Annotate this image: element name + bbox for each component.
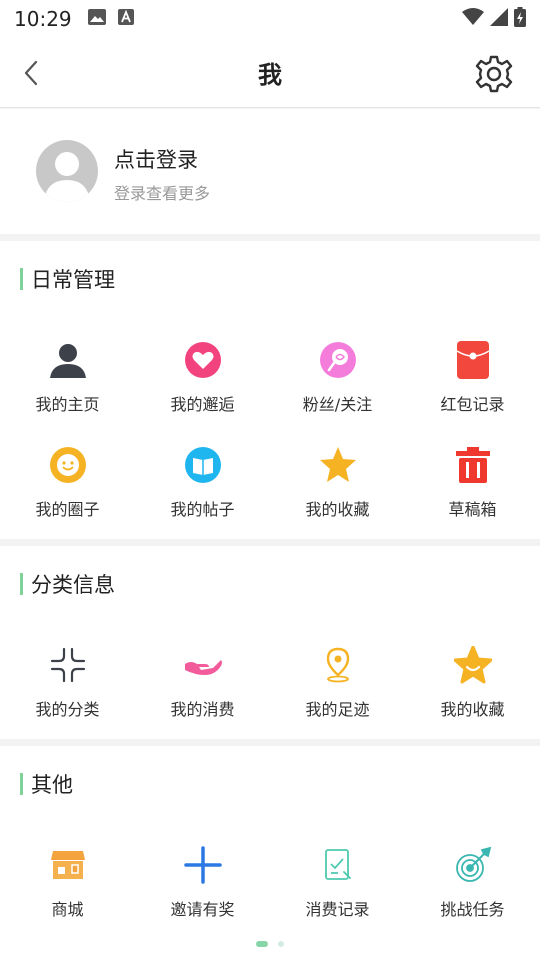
grid-item-my-collection[interactable]: 我的收藏 — [405, 645, 540, 735]
section-title: 日常管理 — [31, 268, 115, 292]
grid-item-my-posts[interactable]: 我的帖子 — [135, 445, 270, 535]
grid-label: 商城 — [51, 900, 84, 919]
grid-label: 我的圈子 — [35, 500, 100, 519]
lollipop-icon — [318, 340, 358, 380]
grid-item-my-spending[interactable]: 我的消费 — [135, 645, 270, 735]
red-envelope-icon — [453, 340, 493, 380]
trash-icon — [453, 445, 493, 485]
page-indicator — [0, 941, 540, 947]
target-icon — [453, 845, 493, 885]
grid-item-challenge-tasks[interactable]: 挑战任务 — [405, 845, 540, 935]
grid-item-my-footprints[interactable]: 我的足迹 — [270, 645, 405, 735]
grid-label: 我的收藏 — [305, 500, 370, 519]
grid-label: 我的足迹 — [305, 700, 370, 719]
section-accent-bar — [20, 773, 23, 795]
person-icon — [48, 340, 88, 380]
hand-icon — [183, 645, 223, 685]
section-accent-bar — [20, 268, 23, 290]
grid-label: 我的分类 — [35, 700, 100, 719]
book-icon — [183, 445, 223, 485]
section-accent-bar — [20, 573, 23, 595]
section-title: 分类信息 — [31, 573, 115, 597]
grid-item-my-categories[interactable]: 我的分类 — [0, 645, 135, 735]
grid-item-invite-rewards[interactable]: 邀请有奖 — [135, 845, 270, 935]
section-other: 其他 商城 邀请有奖 消费记录 挑战任务 — [0, 746, 540, 960]
page-title: 我 — [258, 61, 282, 89]
grid-item-spending-records[interactable]: 消费记录 — [270, 845, 405, 935]
image-icon — [87, 9, 106, 29]
page-dot-active[interactable] — [256, 941, 268, 947]
signal-icon — [490, 8, 508, 30]
grid-label: 红包记录 — [440, 395, 505, 414]
grid-label: 我的邂逅 — [170, 395, 235, 414]
checklist-icon — [318, 845, 358, 885]
settings-button[interactable] — [472, 52, 516, 96]
section-header: 其他 — [20, 772, 73, 797]
grid-item-my-circles[interactable]: 我的圈子 — [0, 445, 135, 535]
login-title[interactable]: 点击登录 — [114, 144, 198, 174]
star-icon — [318, 445, 358, 485]
grid-label: 我的帖子 — [170, 500, 235, 519]
grid-label: 草稿箱 — [448, 500, 497, 519]
shop-icon — [48, 845, 88, 885]
page-dot[interactable] — [278, 941, 284, 947]
category-icon — [48, 645, 88, 685]
location-pin-icon — [318, 645, 358, 685]
default-avatar-icon — [44, 152, 90, 202]
grid-item-red-envelope-records[interactable]: 红包记录 — [405, 340, 540, 430]
section-title: 其他 — [31, 773, 73, 797]
avatar[interactable] — [36, 140, 98, 202]
grid-label: 我的消费 — [170, 700, 235, 719]
star-badge-icon — [453, 645, 493, 685]
grid-label: 消费记录 — [305, 900, 370, 919]
status-time: 10:29 — [14, 7, 72, 31]
grid-item-my-favorites[interactable]: 我的收藏 — [270, 445, 405, 535]
nav-bar: 我 — [0, 38, 540, 108]
smiley-icon — [48, 445, 88, 485]
gear-icon — [475, 55, 513, 93]
section-header: 分类信息 — [20, 572, 115, 597]
back-button[interactable] — [14, 56, 48, 90]
grid-item-fans-follow[interactable]: 粉丝/关注 — [270, 340, 405, 430]
plus-icon — [183, 845, 223, 885]
grid-item-drafts[interactable]: 草稿箱 — [405, 445, 540, 535]
heart-icon — [183, 340, 223, 380]
grid-label: 粉丝/关注 — [302, 395, 373, 414]
grid-label: 邀请有奖 — [170, 900, 235, 919]
chevron-left-icon — [24, 60, 38, 86]
grid-label: 我的收藏 — [440, 700, 505, 719]
grid-item-mall[interactable]: 商城 — [0, 845, 135, 935]
section-category-info: 分类信息 我的分类 我的消费 我的足迹 我的收藏 — [0, 546, 540, 739]
battery-charging-icon — [514, 7, 526, 31]
profile-card[interactable]: 点击登录 登录查看更多 — [0, 109, 540, 234]
grid-item-my-encounters[interactable]: 我的邂逅 — [135, 340, 270, 430]
grid-label: 挑战任务 — [440, 900, 505, 919]
section-header: 日常管理 — [20, 267, 115, 292]
section-daily-management: 日常管理 我的主页 我的邂逅 粉丝/关注 红包记录 我的圈子 我的帖子 我的收藏… — [0, 241, 540, 539]
wifi-icon — [462, 8, 484, 30]
grid-item-my-homepage[interactable]: 我的主页 — [0, 340, 135, 430]
login-subtitle: 登录查看更多 — [114, 184, 211, 203]
font-icon — [117, 9, 134, 29]
status-bar: 10:29 — [0, 0, 540, 38]
grid-label: 我的主页 — [35, 395, 100, 414]
